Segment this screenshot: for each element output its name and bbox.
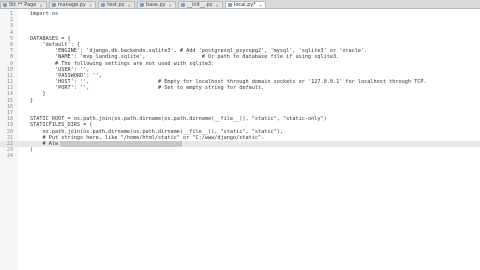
tab-label: test.py	[107, 2, 125, 8]
tab-4[interactable]: __init__.py ×	[177, 1, 223, 8]
tab-1[interactable]: manage.py ×	[48, 1, 97, 8]
tab-label: base.py	[145, 2, 166, 8]
tab-label: manage.py	[57, 2, 86, 8]
tab-label: local.py*	[233, 2, 256, 8]
tab-2[interactable]: test.py ×	[98, 1, 135, 8]
file-icon	[51, 3, 56, 7]
tab-5[interactable]: local.py* ×	[224, 1, 267, 8]
tab-label: Stt.** Page	[9, 2, 37, 8]
code-editor[interactable]: 1 import os 2 3 4 5 DATABASES = {6 'default': …	[0, 9, 480, 270]
close-icon[interactable]: ×	[216, 3, 219, 8]
close-icon[interactable]: ×	[259, 3, 262, 8]
close-icon[interactable]: ×	[128, 3, 131, 8]
file-icon	[101, 3, 106, 7]
tab-bar: Stt.** Page × manage.py × test.py × base.py × __…	[0, 0, 480, 9]
code-line[interactable]: 24	[0, 153, 480, 159]
close-icon[interactable]: ×	[169, 3, 172, 8]
tab-0[interactable]: Stt.** Page ×	[0, 1, 47, 8]
file-icon	[180, 3, 185, 7]
selection-highlight	[60, 140, 182, 147]
close-icon[interactable]: ×	[89, 3, 92, 8]
tab-label: __init__.py	[186, 2, 213, 8]
code-lines[interactable]: 1 import os 2 3 4 5 DATABASES = {6 'default': …	[0, 11, 480, 160]
file-icon	[3, 3, 7, 7]
line-number: 24	[6, 153, 13, 160]
editor-window: Stt.** Page × manage.py × test.py × base.py × __…	[0, 0, 480, 270]
tab-3[interactable]: base.py ×	[136, 1, 176, 8]
close-icon[interactable]: ×	[39, 3, 42, 8]
file-icon	[139, 3, 144, 7]
file-icon	[227, 3, 232, 7]
